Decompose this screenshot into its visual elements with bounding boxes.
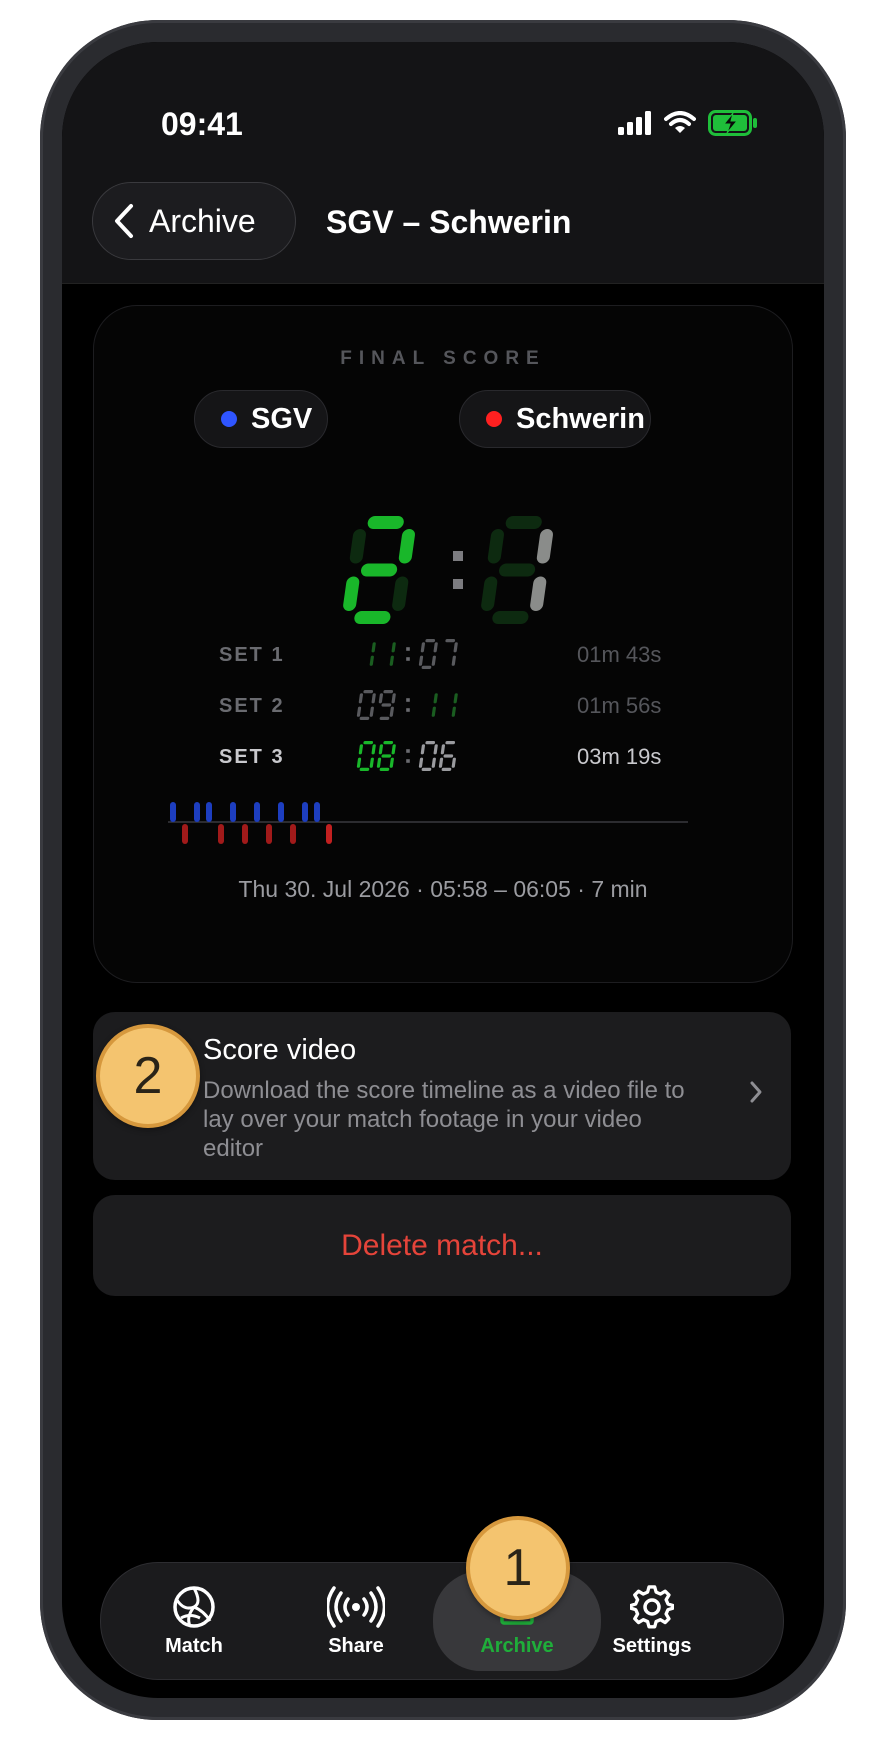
score-colon (406, 657, 410, 661)
seven-segment-digit (431, 693, 438, 717)
home-team-name: SGV (251, 402, 313, 435)
seven-segment-digit (356, 741, 376, 771)
back-button-label: Archive (149, 202, 256, 239)
set-score (356, 741, 456, 771)
set-duration: 01m 43s (577, 642, 662, 667)
seven-segment-digit (369, 642, 376, 666)
tab-label: Archive (480, 1634, 554, 1657)
delete-match-button[interactable]: Delete match... (93, 1195, 791, 1296)
gear-icon (630, 1584, 674, 1628)
score-video-description: Download the score timeline as a video f… (203, 1077, 685, 1162)
match-date-line: Thu 30. Jul 2026 · 05:58 – 06:05 · 7 min (238, 876, 648, 902)
phone-frame: 09:41 Archive SGV – Schwerin FINAL SCORE… (40, 20, 846, 1720)
set-label: SET 3 (219, 746, 285, 768)
screen: 09:41 Archive SGV – Schwerin FINAL SCORE… (62, 42, 824, 1698)
tab-bar: Match Share Archive Settings (100, 1562, 784, 1680)
volleyball-icon (173, 1585, 215, 1628)
delete-match-label: Delete match... (341, 1228, 543, 1262)
seven-segment-digit (418, 741, 438, 771)
seven-segment-digit (378, 690, 396, 720)
tab-label: Share (328, 1634, 384, 1657)
set-row-3: SET 3 03m 19s (94, 738, 792, 778)
page-title: SGV – Schwerin (326, 204, 572, 240)
tab-label: Settings (612, 1634, 692, 1657)
set-score (369, 639, 458, 669)
point-timeline (168, 802, 688, 844)
final-score-display (343, 516, 553, 624)
tab-match[interactable]: Match (139, 1563, 249, 1679)
status-icons (618, 110, 758, 136)
score-colon (453, 551, 463, 561)
battery-charging-icon (708, 110, 757, 136)
seven-segment-digit (451, 693, 458, 717)
seven-segment-digit (356, 690, 376, 720)
score-colon (406, 647, 410, 651)
seven-segment-digit (389, 642, 396, 666)
home-team-chip: SGV (194, 390, 328, 448)
chevron-left-icon (115, 204, 133, 238)
set-row-1: SET 1 01m 43s (94, 636, 792, 676)
tab-label: Match (165, 1634, 223, 1657)
away-team-name: Schwerin (516, 402, 645, 435)
seven-segment-digit (376, 741, 396, 771)
broadcast-icon (327, 1585, 385, 1628)
set-label: SET 1 (219, 644, 285, 666)
score-colon (406, 698, 410, 702)
score-colon (453, 579, 463, 589)
back-button[interactable]: Archive (92, 182, 296, 260)
final-score-card: FINAL SCORE SGV Schwerin SET 1 01m 43s S… (93, 305, 793, 983)
score-colon (406, 708, 410, 712)
cellular-signal-icon (618, 111, 651, 135)
status-time: 09:41 (161, 106, 243, 142)
score-colon (406, 759, 410, 763)
score-colon (406, 749, 410, 753)
final-score-heading: FINAL SCORE (340, 348, 546, 369)
marker-label: 1 (503, 1539, 533, 1597)
marker-label: 2 (133, 1047, 163, 1105)
annotation-marker-2: 2 (96, 1024, 200, 1128)
seven-segment-digit (343, 516, 415, 624)
header: 09:41 Archive SGV – Schwerin (62, 42, 824, 284)
set-duration: 03m 19s (577, 744, 662, 769)
tab-settings[interactable]: Settings (585, 1563, 719, 1679)
score-video-title: Score video (203, 1034, 357, 1066)
seven-segment-digit (445, 639, 458, 666)
score-video-button[interactable]: Score video Download the score timeline … (93, 1012, 791, 1180)
set-duration: 01m 56s (577, 693, 662, 718)
wifi-icon (664, 111, 696, 133)
seven-segment-digit (438, 741, 456, 771)
tab-share[interactable]: Share (301, 1563, 411, 1679)
seven-segment-digit (418, 639, 438, 669)
home-team-color-dot (221, 411, 237, 427)
chevron-right-icon (750, 1081, 762, 1103)
set-row-2: SET 2 01m 56s (94, 687, 792, 727)
seven-segment-digit (481, 516, 553, 624)
set-score (356, 690, 458, 720)
away-team-color-dot (486, 411, 502, 427)
set-label: SET 2 (219, 695, 285, 717)
away-team-chip: Schwerin (459, 390, 651, 448)
annotation-marker-1: 1 (466, 1516, 570, 1620)
